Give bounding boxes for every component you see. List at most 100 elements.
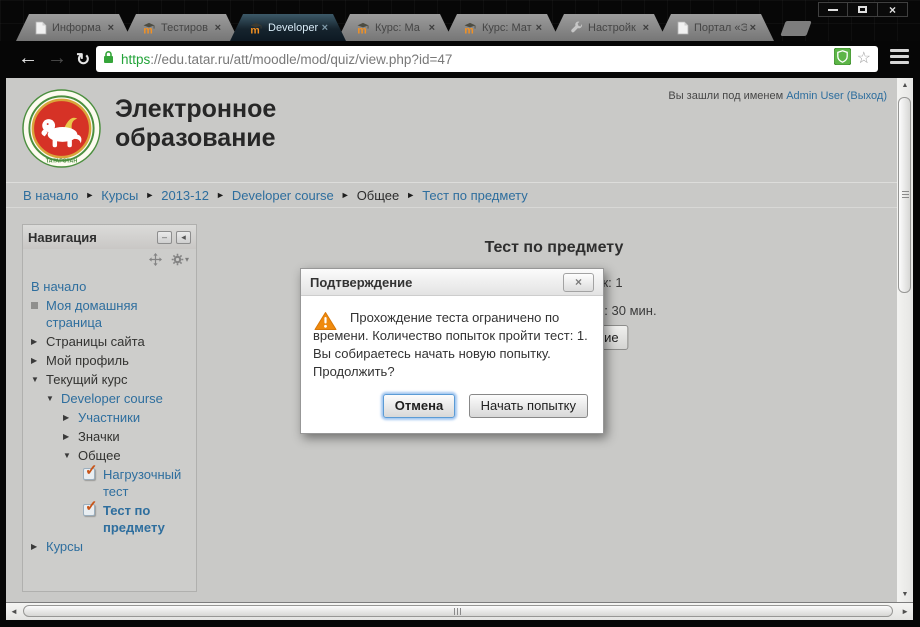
browser-titlebar: × Информа × m Тестиров × m Developer × m — [0, 0, 920, 41]
forward-button[interactable]: → — [47, 47, 67, 69]
nav-item-site-pages[interactable]: ▶ Страницы сайта — [31, 333, 193, 350]
tab-close-icon[interactable]: × — [322, 22, 328, 34]
browser-menu-button[interactable] — [888, 49, 911, 69]
url-scheme: https — [121, 51, 151, 67]
tab-close-icon[interactable]: × — [643, 22, 649, 34]
nav-item-my-home[interactable]: Моя домашняя страница — [31, 297, 193, 331]
tab-close-icon[interactable]: × — [429, 22, 435, 34]
tab-title: Developer — [268, 21, 319, 34]
back-button[interactable]: ← — [18, 47, 38, 69]
block-dock-button[interactable]: ◂ — [176, 230, 191, 244]
tab-close-icon[interactable]: × — [108, 22, 114, 34]
dialog-body: Прохождение теста ограничено по времени.… — [301, 296, 603, 383]
reload-button[interactable]: ↻ — [76, 49, 90, 71]
tab-close-icon[interactable]: × — [536, 22, 542, 34]
tab-kurs-ma[interactable]: m Курс: Ма × — [337, 14, 453, 41]
nav-item-developer-course[interactable]: ▼ Developer course — [31, 390, 193, 407]
nav-item-general[interactable]: ▼ Общее — [31, 447, 193, 464]
menu-bar-icon — [890, 61, 909, 64]
expand-arrow-icon[interactable]: ▶ — [31, 333, 46, 350]
navigation-block: Навигация – ◂ ▾ В начало Моя домашняя ст… — [22, 224, 197, 592]
dialog-title: Подтверждение — [310, 274, 413, 290]
navigation-block-header: Навигация – ◂ — [23, 225, 196, 249]
quiz-title: Тест по предмету — [484, 239, 624, 256]
breadcrumb-courses[interactable]: Курсы — [101, 188, 138, 203]
menu-bar-icon — [890, 49, 909, 52]
tab-informa[interactable]: Информа × — [16, 14, 132, 41]
dialog-message: Прохождение теста ограничено по времени.… — [313, 310, 588, 379]
start-attempt-button[interactable]: Начать попытку — [468, 394, 588, 418]
square-bullet-icon — [31, 297, 46, 331]
tab-title: Информа — [52, 21, 101, 34]
url-text[interactable]: https://edu.tatar.ru/att/moodle/mod/quiz… — [121, 52, 834, 67]
nav-item-current-course[interactable]: ▼ Текущий курс — [31, 371, 193, 388]
tab-kurs-mat[interactable]: m Курс: Мат × — [444, 14, 560, 41]
new-tab-button[interactable] — [780, 21, 812, 36]
url-rest: ://edu.tatar.ru/att/moodle/mod/quiz/view… — [150, 51, 453, 67]
moodle-favicon-icon: m — [249, 21, 263, 35]
vertical-scrollbar[interactable]: ▲ ▼ — [897, 78, 913, 602]
warning-triangle-icon — [314, 311, 337, 336]
moodle-favicon-icon: m — [463, 21, 477, 35]
nav-item-load-test-quiz[interactable]: ✓ Нагрузочный тест — [31, 462, 193, 500]
wrench-favicon-icon — [570, 21, 583, 34]
minimize-icon — [828, 8, 838, 11]
tab-testirov[interactable]: m Тестиров × — [123, 14, 239, 41]
nav-item-home[interactable]: В начало — [31, 278, 193, 295]
quiz-icon: ✓ — [83, 498, 98, 516]
tab-close-icon[interactable]: × — [215, 22, 221, 34]
caret-down-icon: ▾ — [184, 254, 189, 264]
vertical-scrollbar-thumb[interactable] — [898, 97, 911, 293]
scrollbar-grip — [902, 191, 909, 199]
horizontal-scrollbar[interactable]: ◄ ► — [6, 602, 913, 620]
tatarstan-emblem-logo: ТАТАРСТАН — [22, 89, 101, 173]
expand-arrow-icon[interactable]: ▶ — [63, 428, 78, 445]
dialog-buttons: Отмена Начать попытку — [301, 383, 603, 433]
horizontal-scrollbar-thumb[interactable] — [23, 605, 893, 617]
block-settings-gear-icon[interactable]: ▾ — [171, 253, 189, 266]
tab-nastroyk[interactable]: Настройк × — [551, 14, 667, 41]
quiz-icon: ✓ — [83, 462, 98, 480]
window-controls: × — [818, 2, 908, 17]
scroll-right-icon[interactable]: ► — [901, 607, 909, 616]
window-close-button[interactable]: × — [878, 2, 908, 17]
ssl-lock-icon — [103, 50, 114, 69]
dialog-close-button[interactable]: × — [563, 272, 594, 292]
moodle-favicon-icon: m — [356, 21, 370, 35]
collapse-arrow-icon[interactable]: ▼ — [63, 447, 78, 464]
breadcrumb-home[interactable]: В начало — [23, 188, 78, 203]
block-minimize-button[interactable]: – — [157, 230, 172, 244]
address-bar[interactable]: https://edu.tatar.ru/att/moodle/mod/quiz… — [96, 46, 878, 72]
menu-bar-icon — [890, 55, 909, 58]
moodle-favicon-icon: m — [142, 21, 156, 35]
window-maximize-button[interactable] — [848, 2, 878, 17]
expand-arrow-icon[interactable]: ▶ — [63, 409, 78, 426]
collapse-arrow-icon[interactable]: ▼ — [46, 390, 61, 407]
scroll-down-icon[interactable]: ▼ — [897, 591, 913, 598]
navigation-block-title: Навигация — [28, 229, 97, 245]
nav-item-badges[interactable]: ▶ Значки — [31, 428, 193, 445]
scrollbar-grip — [454, 608, 462, 615]
breadcrumb-separator-icon: ► — [85, 190, 95, 200]
tab-portal[interactable]: Портал «Э × — [658, 14, 774, 41]
tab-close-icon[interactable]: × — [750, 22, 756, 34]
block-move-icon[interactable] — [148, 252, 162, 266]
shield-extension-icon[interactable] — [833, 47, 852, 70]
scroll-up-icon[interactable]: ▲ — [897, 82, 913, 89]
nav-item-my-profile[interactable]: ▶ Мой профиль — [31, 352, 193, 369]
cancel-button[interactable]: Отмена — [382, 394, 456, 418]
tab-developer-active[interactable]: m Developer × — [230, 14, 346, 41]
nav-item-courses[interactable]: ▶ Курсы — [31, 538, 193, 555]
collapse-arrow-icon[interactable]: ▼ — [31, 371, 46, 388]
dialog-titlebar[interactable]: Подтверждение × — [301, 269, 603, 296]
nav-item-participants[interactable]: ▶ Участники — [31, 409, 193, 426]
scroll-left-icon[interactable]: ◄ — [10, 607, 18, 616]
nav-item-subject-test-quiz[interactable]: ✓ Тест по предмету — [31, 498, 193, 536]
bookmark-star-icon[interactable]: ☆ — [857, 51, 871, 67]
expand-arrow-icon[interactable]: ▶ — [31, 352, 46, 369]
svg-text:m: m — [250, 24, 259, 34]
expand-arrow-icon[interactable]: ▶ — [31, 538, 46, 555]
window-minimize-button[interactable] — [818, 2, 848, 17]
svg-text:m: m — [464, 24, 473, 34]
breadcrumb-category[interactable]: 2013-12 — [161, 188, 209, 203]
